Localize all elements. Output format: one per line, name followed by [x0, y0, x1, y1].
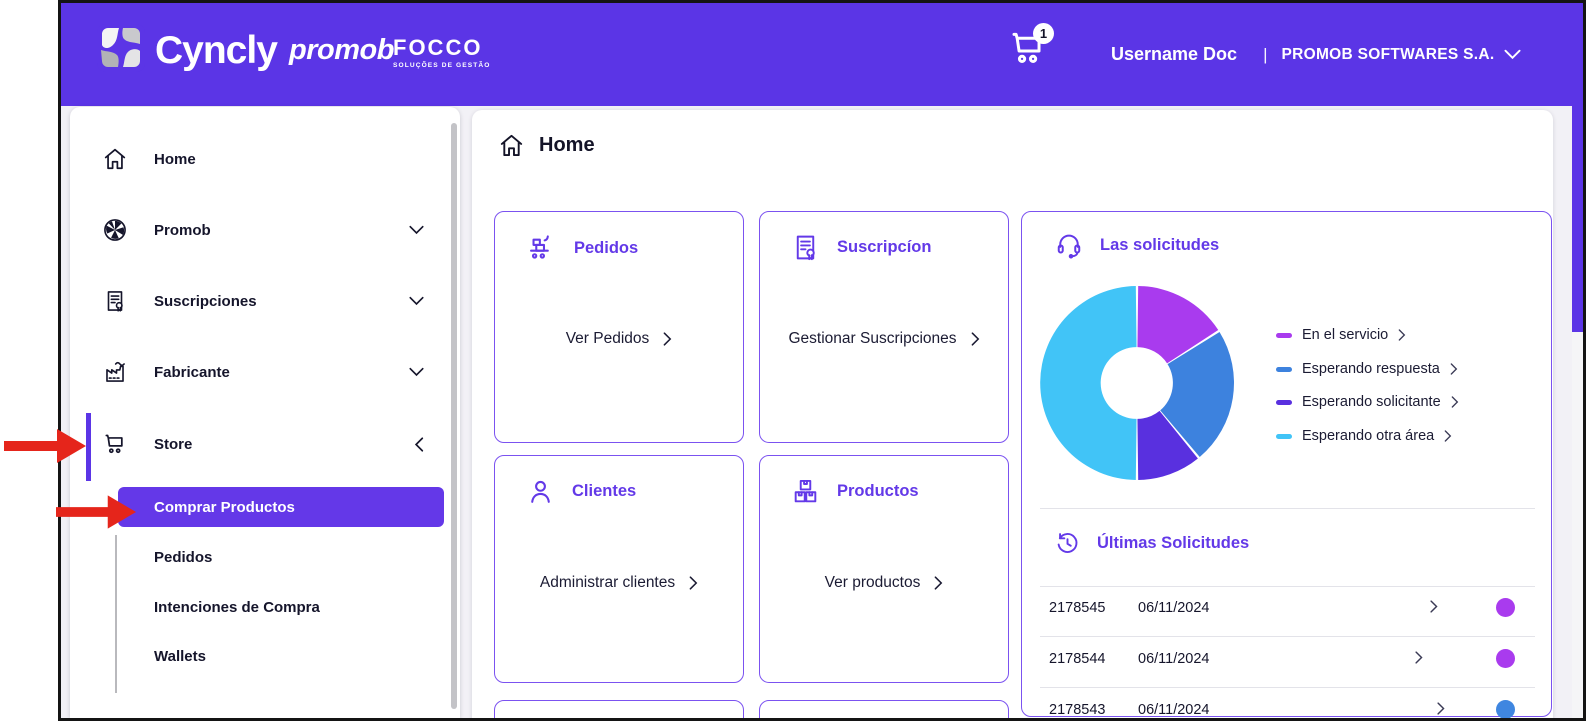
- sidebar-scrollbar[interactable]: [451, 123, 457, 709]
- username-label[interactable]: Username Doc: [1111, 44, 1237, 65]
- chevron-right-icon: [1450, 363, 1458, 375]
- app-window: Cyncly promob FOCCO SOLUÇÕES DE GESTÃO 1…: [58, 0, 1586, 721]
- ultimas-solicitudes-title: Últimas Solicitudes: [1054, 530, 1249, 557]
- status-dot: [1496, 700, 1515, 718]
- chevron-right-icon: [971, 332, 979, 346]
- chevron-down-icon: [409, 367, 424, 377]
- legend-swatch: [1276, 332, 1292, 338]
- brand-promob: promob: [289, 34, 394, 66]
- header-separator: |: [1263, 44, 1268, 64]
- card-suscripcion: Suscripcíon Gestionar Suscripciones: [759, 211, 1009, 443]
- status-dot: [1496, 598, 1515, 617]
- request-date: 06/11/2024: [1138, 702, 1210, 718]
- legend-swatch: [1276, 433, 1292, 439]
- request-date: 06/11/2024: [1138, 600, 1210, 616]
- sidebar-item-store[interactable]: Store: [70, 428, 460, 460]
- card-partial-left: [494, 700, 744, 718]
- chevron-down-icon: [409, 225, 424, 235]
- promob-wheel-icon: [102, 217, 128, 243]
- headset-icon: [1057, 234, 1081, 259]
- legend-swatch: [1276, 399, 1292, 405]
- history-clock-icon: [1057, 533, 1078, 553]
- ver-productos-link[interactable]: Ver productos: [760, 574, 1008, 592]
- divider: [1040, 508, 1535, 509]
- sidebar: Home Promob Suscripciones Fabricante Sto…: [70, 107, 460, 718]
- company-dropdown[interactable]: PROMOB SOFTWARES S.A.: [1281, 46, 1521, 64]
- chevron-right-icon: [1444, 430, 1452, 442]
- legend-esperando-respuesta[interactable]: Esperando respuesta: [1276, 358, 1458, 380]
- brand-cyncly: Cyncly: [155, 29, 278, 72]
- subscription-doc-icon: [796, 235, 815, 261]
- brand-focco: FOCCO SOLUÇÕES DE GESTÃO: [393, 35, 491, 69]
- ver-pedidos-link[interactable]: Ver Pedidos: [495, 330, 743, 348]
- legend-esperando-solicitante[interactable]: Esperando solicitante: [1276, 391, 1459, 413]
- solicitudes-donut-chart: [1040, 286, 1235, 480]
- chevron-down-icon: [1504, 49, 1521, 60]
- sidebar-subitem-pedidos[interactable]: Pedidos: [70, 541, 460, 573]
- solicitudes-title: Las solicitudes: [1054, 230, 1219, 260]
- subscription-doc-icon: [102, 288, 128, 314]
- sidebar-subitem-wallets[interactable]: Wallets: [70, 640, 460, 672]
- request-id: 2178543: [1049, 702, 1106, 718]
- page-scrollbar-thumb[interactable]: [1572, 106, 1583, 332]
- status-dot: [1496, 649, 1515, 668]
- card-pedidos: Pedidos Ver Pedidos: [494, 211, 744, 443]
- solicitudes-panel: Las solicitudes En el servicio Esperando…: [1021, 211, 1552, 718]
- chevron-right-icon: [1451, 396, 1458, 408]
- sidebar-subitem-intenciones-de-compra[interactable]: Intenciones de Compra: [70, 591, 460, 623]
- sidebar-item-home[interactable]: Home: [70, 143, 460, 175]
- main-content: Home Pedidos Ver Pedidos Suscripcíon Ges…: [472, 110, 1553, 718]
- request-date: 06/11/2024: [1138, 651, 1210, 667]
- sidebar-subitem-comprar-productos[interactable]: Comprar Productos: [118, 487, 444, 527]
- divider: [1040, 636, 1535, 637]
- legend-swatch: [1276, 366, 1292, 372]
- person-icon: [531, 480, 550, 503]
- card-productos: Productos Ver productos: [759, 455, 1009, 683]
- sidebar-item-suscripciones[interactable]: Suscripciones: [70, 285, 460, 317]
- request-row[interactable]: 2178544 06/11/2024: [1022, 638, 1551, 682]
- sidebar-item-fabricante[interactable]: Fabricante: [70, 356, 460, 388]
- chevron-right-icon: [1430, 600, 1438, 613]
- orders-cart-icon: [530, 235, 549, 259]
- request-id: 2178545: [1049, 600, 1106, 616]
- chevron-right-icon: [663, 332, 672, 346]
- request-row[interactable]: 2178543 06/11/2024: [1022, 689, 1551, 718]
- home-icon: [500, 134, 523, 157]
- chevron-right-icon: [1398, 329, 1406, 341]
- page-title: Home: [498, 132, 595, 159]
- chevron-down-icon: [409, 296, 424, 306]
- chevron-right-icon: [689, 576, 698, 590]
- page-scrollbar-track[interactable]: [1572, 106, 1583, 718]
- cart-count-badge: 1: [1033, 23, 1054, 44]
- boxes-icon: [794, 479, 817, 503]
- divider: [1040, 687, 1535, 688]
- gestionar-suscripciones-link[interactable]: Gestionar Suscripciones: [760, 330, 1008, 348]
- legend-esperando-otra-area[interactable]: Esperando otra área: [1276, 425, 1452, 447]
- factory-icon: [102, 359, 128, 385]
- chevron-right-icon: [1415, 651, 1423, 664]
- card-clientes: Clientes Administrar clientes: [494, 455, 744, 683]
- cart-icon: [102, 431, 128, 457]
- request-id: 2178544: [1049, 651, 1106, 667]
- chevron-right-icon: [1437, 702, 1445, 715]
- request-row[interactable]: 2178545 06/11/2024: [1022, 587, 1551, 631]
- header-cart-button[interactable]: 1: [1007, 23, 1063, 77]
- top-bar: Cyncly promob FOCCO SOLUÇÕES DE GESTÃO 1…: [61, 3, 1583, 106]
- home-icon: [102, 146, 128, 172]
- administrar-clientes-link[interactable]: Administrar clientes: [495, 574, 743, 592]
- cyncly-logo-icon: [97, 24, 145, 72]
- legend-en-el-servicio[interactable]: En el servicio: [1276, 324, 1406, 346]
- chevron-left-icon: [414, 436, 424, 452]
- card-partial-right: [759, 700, 1009, 718]
- chevron-right-icon: [934, 576, 943, 590]
- donut-segment-3: [1040, 286, 1137, 480]
- sidebar-item-promob[interactable]: Promob: [70, 214, 460, 246]
